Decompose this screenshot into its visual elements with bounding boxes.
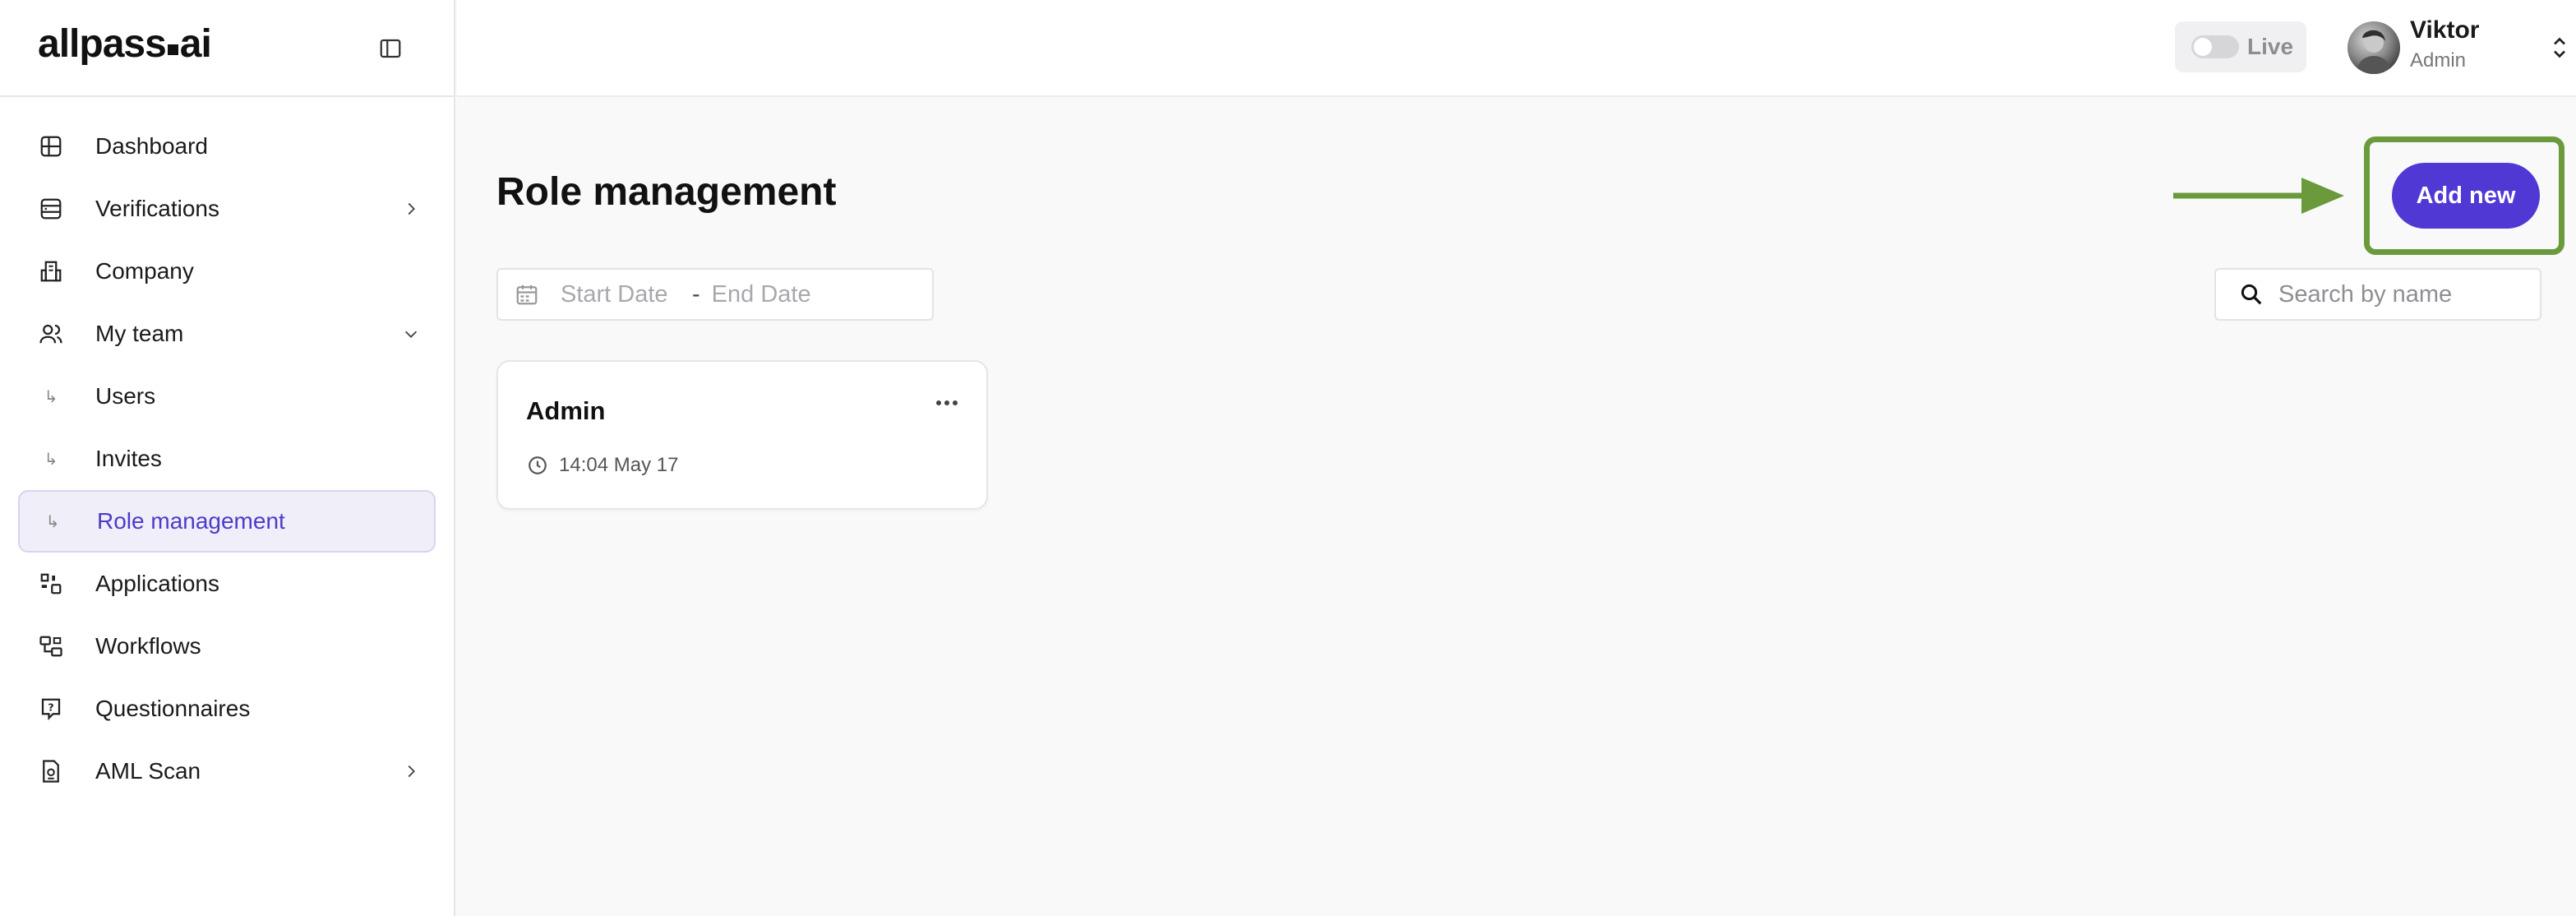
search-box[interactable] [2214,268,2541,321]
sidebar-item-company[interactable]: Company [18,240,436,303]
sidebar-item-label: Company [95,258,194,284]
users-icon [36,319,66,349]
sidebar-item-label: Invites [95,446,162,471]
clock-icon [526,454,549,477]
sidebar-item-questionnaires[interactable]: ? Questionnaires [18,678,436,740]
sidebar-item-label: Users [95,383,156,409]
page-title: Role management [496,170,837,214]
chevron-up-down-icon [2554,37,2565,58]
user-avatar-icon [2356,30,2392,74]
annotation-arrow-icon [2173,178,2344,214]
sub-arrow-icon: ↳ [44,387,58,406]
sidebar-item-label: Verifications [95,196,219,221]
role-timestamp-text: 14:04 May 17 [559,454,679,476]
sub-arrow-icon: ↳ [44,450,58,469]
sidebar-item-label: Applications [95,571,219,596]
sidebar-item-label: My team [95,321,184,346]
role-name: Admin [526,396,606,425]
end-date-input[interactable] [711,280,868,308]
role-card[interactable]: Admin 14:04 May 17 [496,360,988,510]
role-timestamp: 14:04 May 17 [526,454,678,477]
chevron-right-icon [398,196,424,222]
more-options-button[interactable] [932,395,962,411]
toggle-switch[interactable] [2191,35,2239,58]
logo-text-suffix: ai [179,22,212,66]
workflow-icon [36,631,66,661]
chevron-right-icon [398,758,424,784]
sidebar-item-label: Role management [97,508,285,534]
sidebar: allpass ai Dashboard Verifications Compa… [0,0,455,916]
chevron-down-icon [398,321,424,347]
sidebar-item-my-team[interactable]: My team [18,303,436,365]
live-label: Live [2247,34,2294,59]
logo-dot [167,44,178,55]
sidebar-item-workflows[interactable]: Workflows [18,615,436,678]
sidebar-item-invites[interactable]: ↳ Invites [18,428,436,490]
svg-text:?: ? [48,701,53,714]
start-date-input[interactable] [561,280,684,308]
sidebar-item-label: AML Scan [95,758,201,784]
collapse-sidebar-button[interactable] [375,33,406,64]
user-role: Admin [2410,49,2467,72]
building-icon [36,257,66,286]
question-icon: ? [36,694,66,724]
sidebar-item-label: Questionnaires [95,696,251,721]
brand-logo[interactable]: allpass ai [38,21,212,67]
sidebar-item-label: Workflows [95,633,201,659]
document-scan-icon [36,756,66,786]
calendar-icon [513,280,541,308]
live-mode-toggle[interactable]: Live [2175,21,2306,72]
sidebar-toggle-icon [380,39,401,58]
sidebar-item-dashboard[interactable]: Dashboard [18,115,436,178]
sidebar-item-label: Dashboard [95,133,208,159]
search-icon [2237,280,2265,308]
user-name[interactable]: Viktor [2410,16,2479,44]
search-input[interactable] [2278,280,2525,308]
sidebar-header: allpass ai [0,0,454,97]
sub-arrow-icon: ↳ [45,512,60,531]
sidebar-item-applications[interactable]: Applications [18,553,436,615]
apps-icon [36,569,66,599]
date-separator: - [692,280,700,308]
sidebar-item-role-management[interactable]: ↳ Role management [18,490,436,553]
add-new-button[interactable]: Add new [2392,163,2540,229]
date-range-picker[interactable]: - [496,268,934,321]
sidebar-item-verifications[interactable]: Verifications [18,178,436,240]
avatar[interactable] [2347,21,2400,74]
user-menu-button[interactable] [2550,33,2569,62]
dashboard-grid-icon [36,132,66,161]
sidebar-item-users[interactable]: ↳ Users [18,365,436,428]
database-icon [36,194,66,224]
ellipsis-icon [936,400,958,405]
logo-text-main: allpass [38,22,167,66]
sidebar-item-aml-scan[interactable]: AML Scan [18,740,436,803]
toggle-knob [2194,38,2212,56]
